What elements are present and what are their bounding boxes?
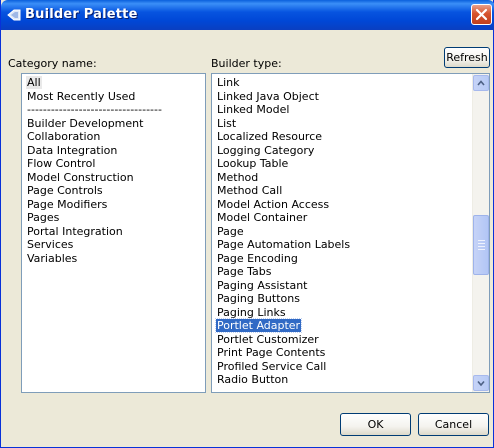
builder-item[interactable]: Page Automation Labels xyxy=(212,238,472,252)
builder-item[interactable]: Radio Button xyxy=(212,373,472,387)
category-item-services[interactable]: Services xyxy=(22,238,205,252)
builder-item[interactable]: Linked Java Object xyxy=(212,90,472,104)
builder-palette-dialog: Builder Palette Category name: Builder t… xyxy=(0,0,494,448)
builder-item[interactable]: Method xyxy=(212,171,472,185)
category-item-page-controls[interactable]: Page Controls xyxy=(22,184,205,198)
builder-list-scrollbar[interactable] xyxy=(472,74,489,392)
category-name-label: Category name: xyxy=(8,57,97,70)
builder-item[interactable]: Method Call xyxy=(212,184,472,198)
scroll-down-button[interactable] xyxy=(473,375,489,391)
builder-item[interactable]: Page Encoding xyxy=(212,252,472,266)
refresh-button[interactable]: Refresh xyxy=(444,47,490,68)
category-list[interactable]: All Most Recently Used -----------------… xyxy=(21,73,206,393)
builder-type-list[interactable]: Link Linked Java Object Linked Model Lis… xyxy=(211,73,490,393)
builder-item[interactable]: Profiled Service Call xyxy=(212,360,472,374)
category-item-flow-control[interactable]: Flow Control xyxy=(22,157,205,171)
builder-item-selected[interactable]: Portlet Adapter xyxy=(212,318,472,333)
category-item-pages[interactable]: Pages xyxy=(22,211,205,225)
scroll-up-button[interactable] xyxy=(473,75,489,91)
builder-item[interactable]: Print Page Contents xyxy=(212,346,472,360)
builder-item[interactable]: Page xyxy=(212,225,472,239)
chevron-up-icon xyxy=(477,80,485,86)
builder-item[interactable]: Logging Category xyxy=(212,144,472,158)
close-button[interactable] xyxy=(471,4,492,25)
builder-item[interactable]: List xyxy=(212,117,472,131)
builder-item[interactable]: Page Tabs xyxy=(212,265,472,279)
category-separator: ---------------------------------- xyxy=(27,103,162,116)
category-item-data-integration[interactable]: Data Integration xyxy=(22,144,205,158)
builder-item[interactable]: Portlet Customizer xyxy=(212,333,472,347)
palette-icon xyxy=(7,9,21,21)
builder-item[interactable]: Localized Resource xyxy=(212,130,472,144)
builder-item[interactable]: Linked Model xyxy=(212,103,472,117)
category-item-builder-development[interactable]: Builder Development xyxy=(22,117,205,131)
category-item-most-recently-used[interactable]: Most Recently Used xyxy=(22,90,205,104)
title-bar[interactable]: Builder Palette xyxy=(1,0,494,30)
category-item-model-construction[interactable]: Model Construction xyxy=(22,171,205,185)
category-item-collaboration[interactable]: Collaboration xyxy=(22,130,205,144)
builder-item[interactable]: Paging Buttons xyxy=(212,292,472,306)
builder-item[interactable]: Model Action Access xyxy=(212,198,472,212)
ok-button[interactable]: OK xyxy=(340,413,411,436)
builder-item[interactable]: Model Container xyxy=(212,211,472,225)
builder-item[interactable]: Paging Links xyxy=(212,306,472,320)
category-item-portal-integration[interactable]: Portal Integration xyxy=(22,225,205,239)
close-icon xyxy=(475,8,488,21)
scroll-thumb[interactable] xyxy=(473,215,489,275)
category-item-page-modifiers[interactable]: Page Modifiers xyxy=(22,198,205,212)
category-item-variables[interactable]: Variables xyxy=(22,252,205,266)
chevron-down-icon xyxy=(477,380,485,387)
window-title: Builder Palette xyxy=(25,7,138,22)
builder-item[interactable]: Paging Assistant xyxy=(212,279,472,293)
builder-item[interactable]: Lookup Table xyxy=(212,157,472,171)
builder-type-label: Builder type: xyxy=(211,57,282,70)
builder-item[interactable]: Link xyxy=(212,76,472,90)
category-item-all[interactable]: All xyxy=(22,76,205,90)
cancel-button[interactable]: Cancel xyxy=(418,413,489,436)
